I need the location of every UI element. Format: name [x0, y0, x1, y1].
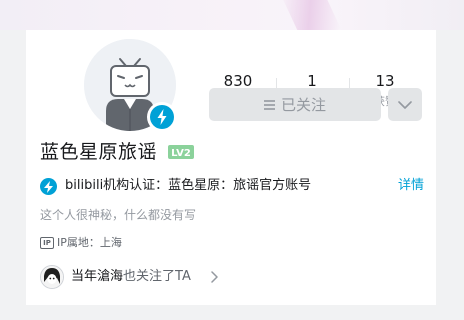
- mutual-follow-row[interactable]: 当年滄海也关注了TA: [40, 264, 240, 290]
- section-gap: [0, 305, 464, 320]
- ip-location: IP属地：上海: [57, 236, 122, 249]
- verification-text: bilibili机构认证：蓝色星原：旅谣官方账号: [65, 178, 312, 193]
- profile-banner: [0, 0, 464, 46]
- mutual-suffix: 也关注了TA: [123, 269, 191, 284]
- ip-icon: IP: [40, 237, 54, 249]
- lightning-badge-icon: [150, 105, 174, 129]
- menu-lines-icon: [263, 96, 275, 114]
- mutual-avatar: [40, 265, 64, 289]
- level-badge: LV2: [168, 145, 194, 159]
- verification-detail-link[interactable]: 详情: [398, 176, 424, 196]
- chevron-right-icon: [211, 271, 218, 283]
- more-options-button[interactable]: [388, 88, 422, 121]
- followed-button[interactable]: 已关注: [209, 88, 381, 121]
- profile-card: 830 粉丝 1 关注 13 获赞 已关注 蓝色星原旅谣 LV2: [26, 30, 436, 305]
- followed-label: 已关注: [280, 96, 326, 114]
- verified-badge: [147, 102, 177, 132]
- chevron-down-icon: [398, 100, 412, 109]
- username: 蓝色星原旅谣: [40, 141, 158, 163]
- verified-icon: [40, 178, 57, 195]
- verification-row: bilibili机构认证：蓝色星原：旅谣官方账号 详情: [40, 176, 424, 196]
- signature: 这个人很神秘，什么都没有写: [40, 208, 197, 222]
- level-text: LV2: [171, 148, 191, 159]
- mutual-user-name[interactable]: 当年滄海: [71, 269, 123, 284]
- mutual-text: 当年滄海也关注了TA: [71, 267, 191, 287]
